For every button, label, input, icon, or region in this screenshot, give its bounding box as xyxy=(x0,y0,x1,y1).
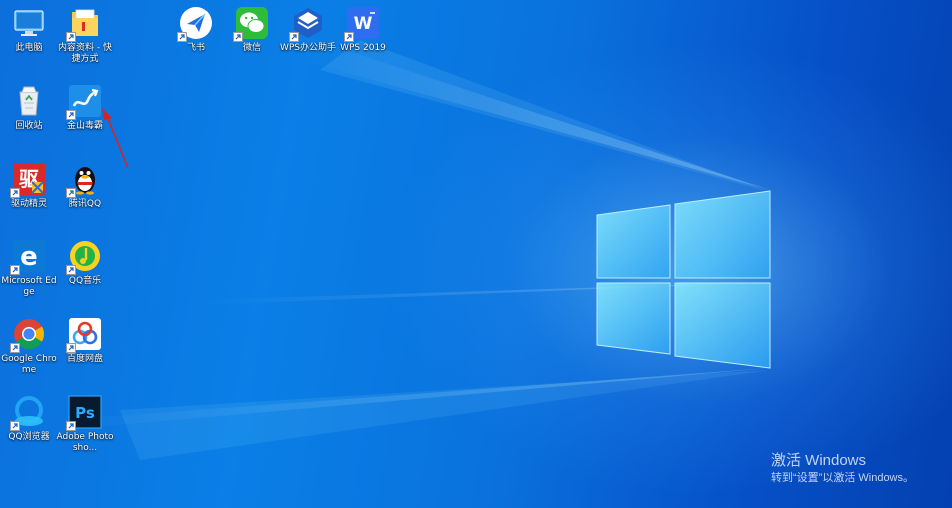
qq-browser-label: QQ浏览器 xyxy=(8,432,50,442)
tencent-qq-label: 腾讯QQ xyxy=(68,199,102,209)
wps-assistant-label: WPS办公助手 xyxy=(279,43,337,53)
recycle-bin-label: 回收站 xyxy=(15,121,43,131)
edge-shortcut[interactable]: e Microsoft Edge xyxy=(0,237,58,298)
shortcut-arrow-icon xyxy=(10,265,20,275)
wps2019-shortcut[interactable]: W WPS 2019 xyxy=(334,4,392,54)
shortcut-arrow-icon xyxy=(66,110,76,120)
shortcut-arrow-icon xyxy=(66,265,76,275)
this-pc-shortcut[interactable]: 此电脑 xyxy=(0,4,58,54)
qq-music-shortcut[interactable]: QQ音乐 xyxy=(56,237,114,287)
recycle-bin-shortcut[interactable]: 回收站 xyxy=(0,82,58,132)
this-pc-label: 此电脑 xyxy=(15,43,43,53)
qq-music-label: QQ音乐 xyxy=(68,276,102,286)
chrome-label: Google Chrome xyxy=(1,354,57,375)
shortcut-arrow-icon xyxy=(344,32,354,42)
driver-genius-label: 驱动精灵 xyxy=(10,199,47,209)
activate-windows-title: 激活 Windows xyxy=(771,452,867,469)
svg-text:e: e xyxy=(20,242,38,272)
shortcut-arrow-icon xyxy=(66,343,76,353)
activate-windows-watermark: 激活 Windows 转到“设置”以激活 Windows。 xyxy=(771,452,914,486)
feishu-shortcut[interactable]: 飞书 xyxy=(167,4,225,54)
wechat-label: 微信 xyxy=(242,43,261,53)
wps2019-label: WPS 2019 xyxy=(340,43,386,53)
shortcut-arrow-icon xyxy=(10,188,20,198)
computer-icon xyxy=(14,10,44,36)
shortcut-arrow-icon xyxy=(10,421,20,431)
shortcut-arrow-icon xyxy=(233,32,243,42)
shortcut-arrow-icon xyxy=(177,32,187,42)
recycle-bin-icon xyxy=(19,86,39,116)
photoshop-shortcut[interactable]: Ps Adobe Photosho... xyxy=(56,393,114,454)
baidu-netdisk-label: 百度网盘 xyxy=(66,354,103,364)
chrome-shortcut[interactable]: Google Chrome xyxy=(0,315,58,376)
shortcut-arrow-icon xyxy=(289,32,299,42)
qq-browser-shortcut[interactable]: QQ浏览器 xyxy=(0,393,58,443)
shortcut-arrow-icon xyxy=(66,421,76,431)
shortcut-arrow-icon xyxy=(66,188,76,198)
kingsoft-av-label: 金山毒霸 xyxy=(66,121,103,131)
wallpaper-windows-logo xyxy=(60,35,771,460)
activate-windows-subtitle: 转到“设置”以激活 Windows。 xyxy=(771,472,915,484)
shortcut-arrow-icon xyxy=(66,32,76,42)
internal-docs-shortcut[interactable]: 内容资料 - 快捷方式 xyxy=(56,4,114,65)
kingsoft-av-shortcut[interactable]: 金山毒霸 xyxy=(56,82,114,132)
edge-label: Microsoft Edge xyxy=(1,276,57,297)
shortcut-arrow-icon xyxy=(10,343,20,353)
wechat-shortcut[interactable]: 微信 xyxy=(223,4,281,54)
svg-text:Ps: Ps xyxy=(75,404,95,422)
svg-text:W: W xyxy=(354,14,373,34)
photoshop-label: Adobe Photosho... xyxy=(56,432,114,453)
feishu-label: 飞书 xyxy=(186,43,205,53)
internal-docs-label: 内容资料 - 快捷方式 xyxy=(58,43,112,64)
driver-genius-shortcut[interactable]: 驱 驱动精灵 xyxy=(0,160,58,210)
desktop: 此电脑 回收站 驱 驱动精灵 e Microsoft Edge Google C… xyxy=(0,0,952,508)
wps-assistant-shortcut[interactable]: WPS办公助手 xyxy=(279,4,337,54)
tencent-qq-shortcut[interactable]: 腾讯QQ xyxy=(56,160,114,210)
baidu-netdisk-shortcut[interactable]: 百度网盘 xyxy=(56,315,114,365)
